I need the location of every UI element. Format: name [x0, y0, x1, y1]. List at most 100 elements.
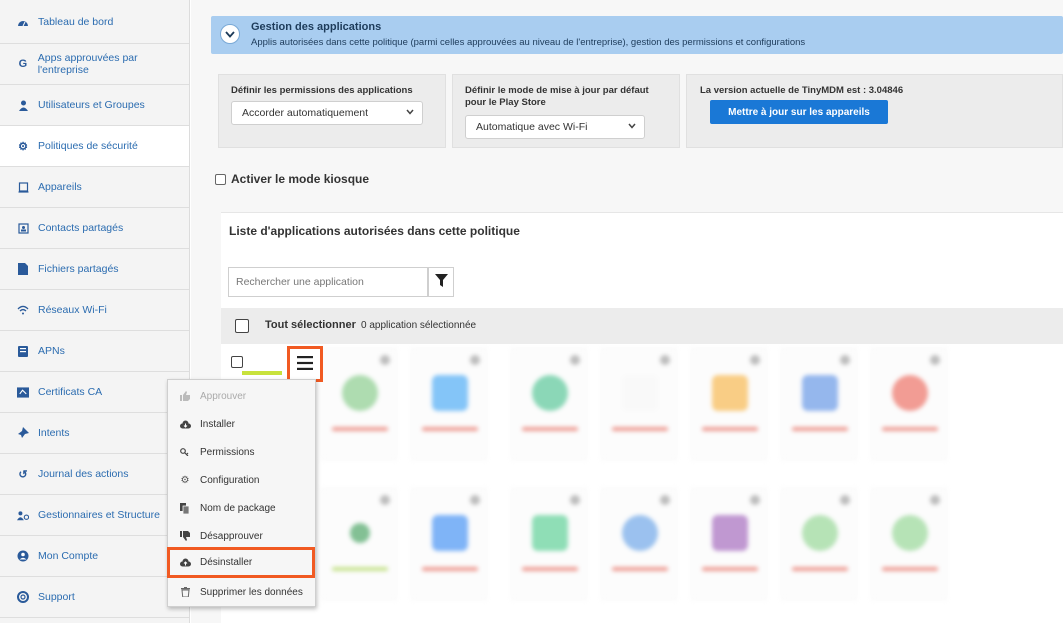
search-input[interactable]: Rechercher une application — [228, 267, 428, 297]
app-tile[interactable] — [601, 348, 677, 460]
sidebar-item-managers-structure[interactable]: Gestionnaires et Structure — [0, 495, 189, 536]
sidebar-item-dashboard[interactable]: Tableau de bord — [0, 0, 189, 44]
filter-button[interactable] — [428, 267, 454, 297]
thumbtack-icon — [17, 427, 29, 439]
sidebar-item-approved-apps[interactable]: G Apps approuvées par l'entreprise — [0, 44, 189, 85]
sidebar-item-label: Politiques de sécurité — [38, 140, 138, 152]
sidebar-item-label: Apps approuvées par l'entreprise — [37, 52, 138, 76]
app-tile[interactable] — [411, 348, 487, 460]
menu-item-label: Nom de package — [200, 502, 276, 514]
lifebuoy-icon — [17, 591, 29, 603]
menu-item-label: Désapprouver — [200, 530, 263, 542]
app-card-checkbox[interactable] — [231, 356, 243, 368]
sidebar-item-support[interactable]: Support — [0, 577, 189, 618]
cloud-download-icon — [178, 420, 192, 429]
app-tile[interactable] — [871, 488, 947, 600]
app-management-title: Gestion des applications — [251, 21, 382, 33]
app-tile[interactable] — [691, 348, 767, 460]
sidebar-item-users-groups[interactable]: Utilisateurs et Groupes — [0, 85, 189, 126]
select-all-checkbox[interactable] — [235, 319, 249, 333]
certificate-icon — [17, 386, 29, 398]
sidebar-item-label: Utilisateurs et Groupes — [38, 99, 145, 111]
version-label: La version actuelle de TinyMDM est : 3.0… — [700, 85, 904, 96]
permissions-select-value: Accorder automatiquement — [242, 107, 369, 119]
app-tile[interactable] — [321, 348, 397, 460]
menu-item-clear-data[interactable]: Supprimer les données — [168, 578, 315, 606]
search-placeholder: Rechercher une application — [236, 276, 364, 288]
sidebar-item-shared-contacts[interactable]: Contacts partagés — [0, 208, 189, 249]
app-tile[interactable] — [601, 488, 677, 600]
update-mode-label-line1: Définir le mode de mise à jour par défau… — [465, 85, 649, 96]
app-list-panel: Liste d'applications autorisées dans cet… — [221, 212, 1063, 623]
permissions-select[interactable]: Accorder automatiquement — [231, 101, 423, 125]
sidebar-item-my-account[interactable]: Mon Compte — [0, 536, 189, 577]
app-tile[interactable] — [781, 488, 857, 600]
menu-item-disapprove[interactable]: Désapprouver — [168, 522, 315, 550]
kiosk-checkbox[interactable] — [215, 173, 226, 185]
update-mode-select[interactable]: Automatique avec Wi-Fi — [465, 115, 645, 139]
version-box: La version actuelle de TinyMDM est : 3.0… — [686, 74, 1063, 148]
menu-item-label: Installer — [200, 418, 236, 430]
permissions-label: Définir les permissions des applications — [231, 85, 413, 96]
trash-icon — [178, 587, 192, 597]
sidebar-item-label: Mon Compte — [38, 550, 99, 562]
app-menu-button[interactable] — [287, 346, 323, 382]
sidebar-item-ca-certificates[interactable]: Certificats CA — [0, 372, 189, 413]
sidebar-item-wifi[interactable]: Réseaux Wi-Fi — [0, 290, 189, 331]
update-devices-button[interactable]: Mettre à jour sur les appareils — [710, 100, 888, 124]
sidebar-item-label: Gestionnaires et Structure — [38, 509, 160, 521]
menu-item-configuration[interactable]: ⚙ Configuration — [168, 466, 315, 494]
sidebar-item-shared-files[interactable]: Fichiers partagés — [0, 249, 189, 290]
app-context-menu: Approuver Installer Permissions ⚙ Config… — [167, 379, 316, 607]
copy-icon — [178, 502, 192, 514]
sidebar-item-label: Appareils — [38, 181, 82, 193]
sidebar-item-label: Fichiers partagés — [38, 263, 119, 275]
chevron-down-icon[interactable] — [220, 24, 240, 44]
permissions-box: Définir les permissions des applications… — [218, 74, 446, 148]
app-list-title: Liste d'applications autorisées dans cet… — [229, 224, 520, 238]
wifi-icon — [17, 304, 29, 316]
app-tile[interactable] — [411, 488, 487, 600]
apn-icon — [17, 345, 29, 357]
menu-item-approve[interactable]: Approuver — [168, 382, 315, 410]
sidebar-item-label: APNs — [38, 345, 65, 357]
thumbs-down-icon — [178, 531, 192, 541]
app-tile[interactable] — [781, 348, 857, 460]
sidebar-item-apns[interactable]: APNs — [0, 331, 189, 372]
dashboard-icon — [17, 16, 29, 28]
sidebar: Tableau de bord G Apps approuvées par l'… — [0, 0, 190, 623]
device-icon — [17, 181, 29, 193]
app-grid — [221, 348, 1063, 623]
menu-item-permissions[interactable]: Permissions — [168, 438, 315, 466]
key-icon — [178, 448, 192, 456]
account-icon — [17, 550, 29, 562]
sidebar-item-intents[interactable]: Intents — [0, 413, 189, 454]
update-mode-select-value: Automatique avec Wi-Fi — [476, 121, 588, 133]
sidebar-item-devices[interactable]: Appareils — [0, 167, 189, 208]
sidebar-item-security-policies[interactable]: ⚙ Politiques de sécurité — [0, 126, 189, 167]
menu-item-label: Désinstaller — [200, 557, 253, 568]
contact-card-icon — [17, 222, 29, 234]
app-management-header[interactable]: Gestion des applications Applis autorisé… — [211, 16, 1063, 54]
app-tile[interactable] — [511, 488, 587, 600]
user-icon — [17, 99, 29, 111]
menu-item-uninstall[interactable]: Désinstaller — [167, 547, 315, 578]
thumbs-up-icon — [178, 391, 192, 401]
cloud-upload-icon — [178, 558, 192, 567]
app-tile[interactable] — [321, 488, 397, 600]
app-tile[interactable] — [691, 488, 767, 600]
cogs-icon: ⚙ — [180, 474, 190, 486]
app-tile[interactable] — [511, 348, 587, 460]
menu-item-label: Supprimer les données — [200, 586, 303, 598]
app-tile[interactable] — [871, 348, 947, 460]
sidebar-item-label: Contacts partagés — [38, 222, 124, 234]
chevron-down-icon — [628, 121, 636, 131]
kiosk-mode-toggle[interactable]: Activer le mode kiosque — [215, 172, 369, 186]
menu-item-package-name[interactable]: Nom de package — [168, 494, 315, 522]
menu-item-label: Configuration — [200, 474, 260, 486]
sidebar-item-action-log[interactable]: ↺ Journal des actions — [0, 454, 189, 495]
update-mode-box: Définir le mode de mise à jour par défau… — [452, 74, 680, 148]
filter-icon — [434, 274, 448, 290]
menu-item-install[interactable]: Installer — [168, 410, 315, 438]
kiosk-label: Activer le mode kiosque — [231, 172, 370, 186]
